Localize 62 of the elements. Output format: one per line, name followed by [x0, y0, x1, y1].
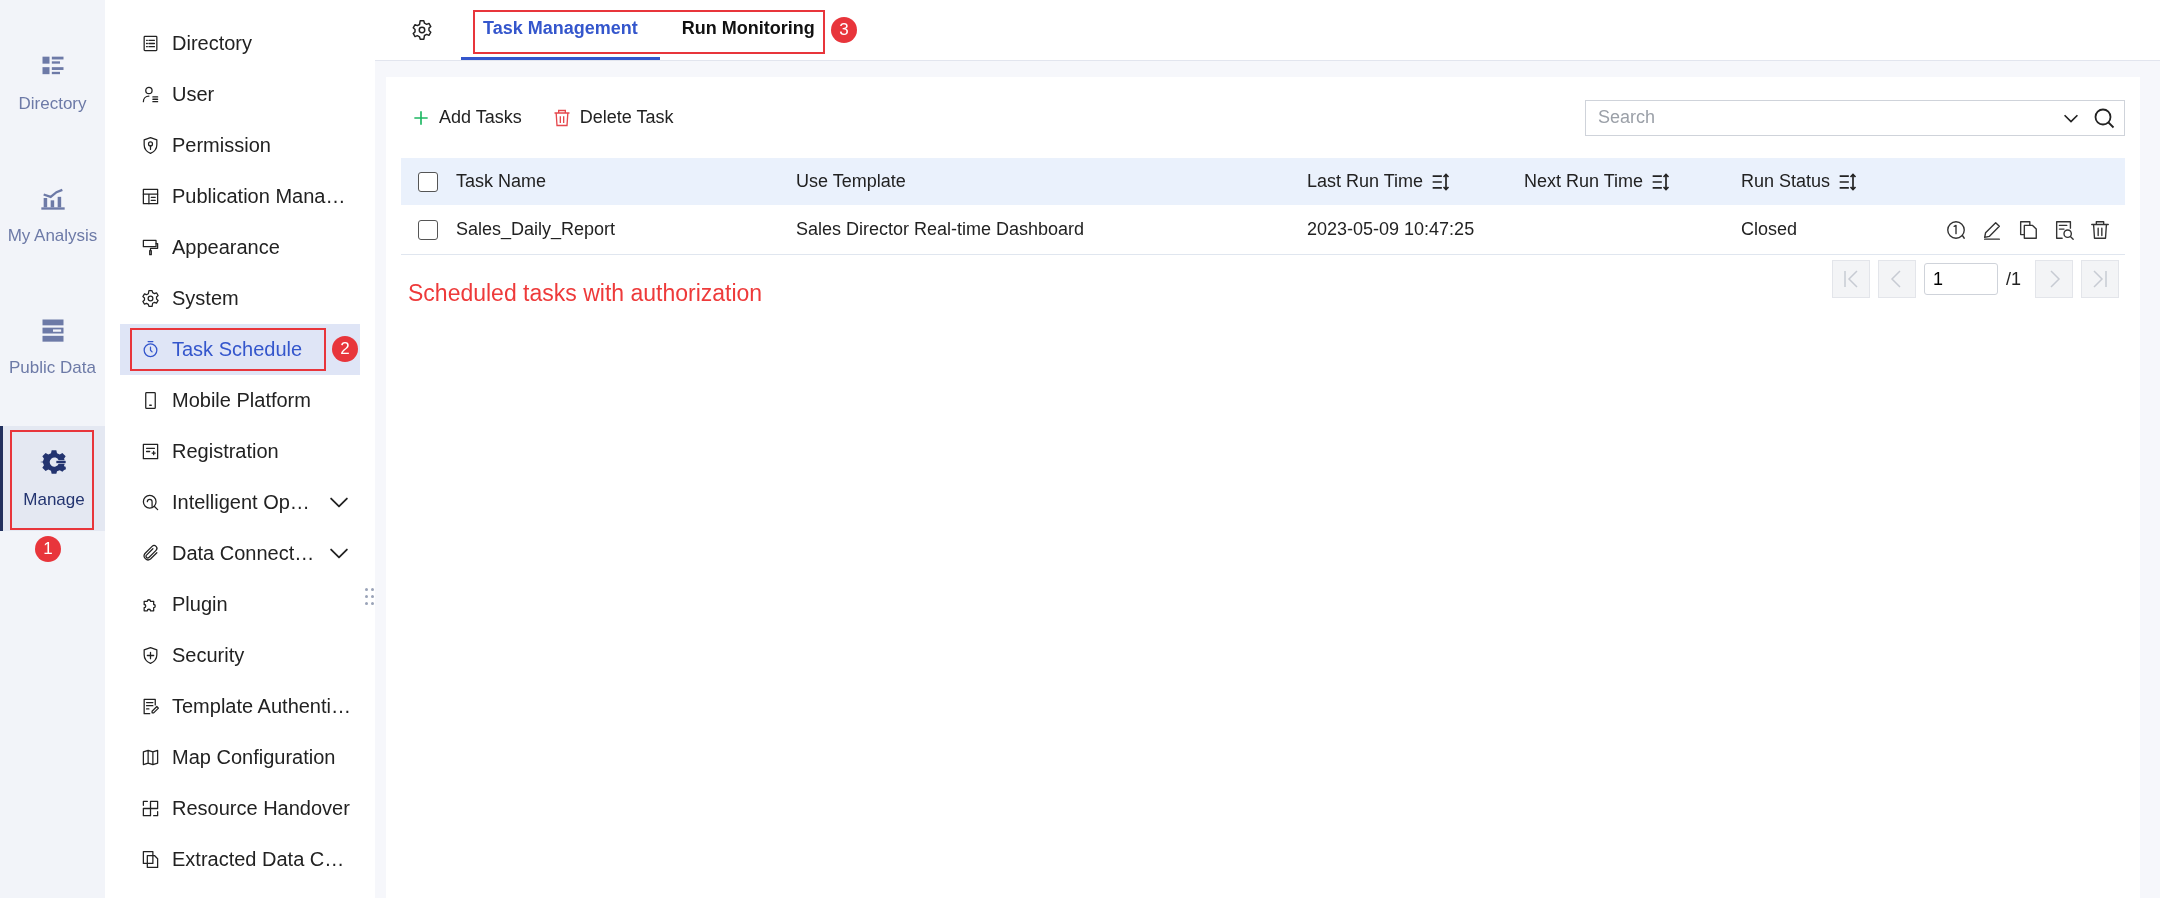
menu-item[interactable]: Appearance [120, 222, 360, 273]
menu-item[interactable]: Intelligent Op… [120, 477, 360, 528]
menu-item[interactable]: Extracted Data C… [120, 834, 360, 885]
table-cell: Sales_Daily_Report [456, 219, 616, 240]
add-button[interactable]: Add Tasks [411, 107, 522, 128]
callout-badge: 1 [35, 536, 61, 562]
trash-icon[interactable] [2089, 218, 2111, 241]
rail-item[interactable]: Directory [0, 30, 105, 135]
run-once-icon[interactable] [1945, 218, 1967, 241]
column-header: Last Run Time [1307, 171, 1424, 192]
menu-item[interactable]: Template Authenti… [120, 681, 360, 732]
user-icon [141, 85, 160, 104]
menu-item[interactable]: Directory [120, 18, 360, 69]
table-cell: 2023-05-09 10:47:25 [1307, 219, 1475, 240]
copy-icon[interactable] [2017, 218, 2039, 241]
delete-button[interactable]: Delete Task [551, 107, 674, 128]
gear-icon [40, 447, 68, 476]
callout-badge: 2 [332, 336, 358, 362]
checkbox[interactable] [418, 219, 438, 240]
layout-icon [141, 187, 160, 206]
column-header: Next Run Time [1524, 171, 1644, 192]
map-icon [141, 748, 160, 767]
menu-item[interactable]: User [120, 69, 360, 120]
column-header: Run Status [1741, 171, 1831, 192]
column-header: Task Name [456, 171, 547, 192]
menu-item[interactable]: Registration [120, 426, 360, 477]
settings-icon [411, 19, 433, 41]
menu-item[interactable]: Task Schedule 2 [120, 324, 360, 375]
checkbox[interactable] [418, 171, 438, 192]
menu-item[interactable]: Permission [120, 120, 360, 171]
form-icon [141, 442, 160, 461]
tab[interactable]: Task Management [461, 0, 660, 60]
log-icon[interactable] [2053, 218, 2075, 241]
menu-item[interactable]: Map Configuration [120, 732, 360, 783]
rail-item[interactable]: Public Data [0, 294, 105, 399]
blocks-icon [141, 799, 160, 818]
menu-item[interactable]: Security [120, 630, 360, 681]
gear-icon [141, 289, 160, 308]
table-cell: Closed [1741, 219, 1798, 240]
list-icon [141, 34, 160, 53]
page-field[interactable]: 1 [1924, 263, 1998, 295]
paperclip-icon [141, 544, 160, 563]
resize-handle[interactable] [365, 588, 374, 605]
menu-item[interactable]: Publication Mana… [120, 171, 360, 222]
page-total: /1 [2006, 268, 2021, 290]
table-cell: Sales Director Real-time Dashboard [796, 219, 1085, 240]
column-header: Use Template [796, 171, 906, 192]
paint-roller-icon [141, 238, 160, 257]
callout-badge: 3 [831, 17, 857, 43]
menu-item[interactable]: Plugin [120, 579, 360, 630]
shield-icon [141, 646, 160, 665]
stopwatch-icon [141, 340, 160, 359]
document-icon [141, 697, 160, 716]
menu-item[interactable]: Resource Handover [120, 783, 360, 834]
rail-item[interactable]: My Analysis [0, 162, 105, 267]
menu-item[interactable]: System [120, 273, 360, 324]
menu-item[interactable]: Mobile Platform [120, 375, 360, 426]
annotation-text: Scheduled tasks with authorization [408, 280, 764, 307]
shield-icon [141, 136, 160, 155]
menu-item[interactable]: Data Connect… [120, 528, 360, 579]
search-box[interactable]: Search [1585, 99, 2125, 136]
copy-icon [141, 850, 160, 869]
